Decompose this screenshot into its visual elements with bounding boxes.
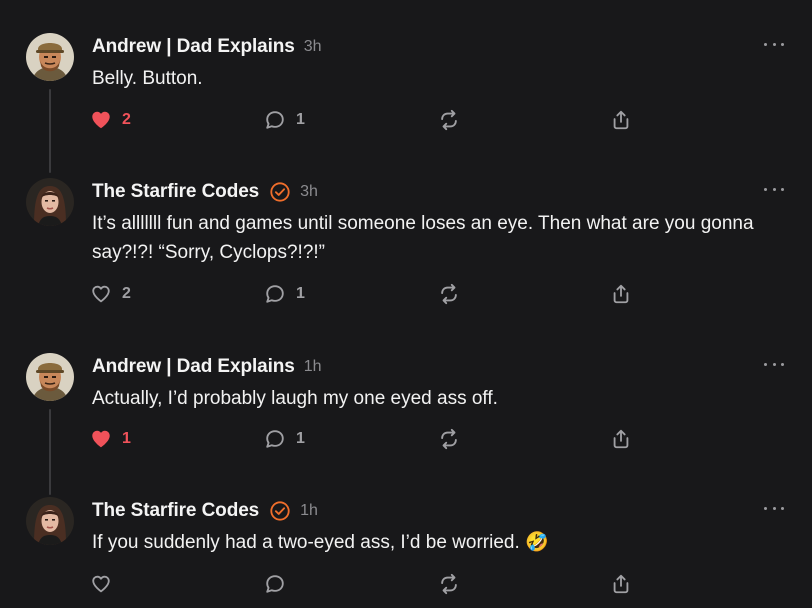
more-options-icon[interactable] <box>764 501 784 515</box>
share-button[interactable] <box>610 571 632 597</box>
thread-line <box>49 89 51 173</box>
heart-filled-icon <box>92 111 110 129</box>
comment-icon <box>266 575 284 593</box>
heart-filled-icon <box>92 430 110 448</box>
post-actions: 2 1 <box>90 107 650 133</box>
author-name[interactable]: The Starfire Codes <box>92 181 259 203</box>
post-actions <box>90 571 650 597</box>
avatar-bearded-man[interactable] <box>26 33 74 81</box>
comment-icon <box>266 285 284 303</box>
repost-icon <box>441 109 457 131</box>
reply-count: 1 <box>296 111 305 128</box>
avatar-bearded-man[interactable] <box>26 353 74 401</box>
post-header: The Starfire Codes 3h <box>92 180 318 204</box>
like-count: 2 <box>122 111 131 128</box>
like-button[interactable] <box>90 571 122 597</box>
post-header: Andrew | Dad Explains 1h <box>92 355 322 379</box>
repost-button[interactable] <box>438 571 460 597</box>
more-options-icon[interactable] <box>764 182 784 196</box>
reply-count: 1 <box>296 285 305 302</box>
share-icon <box>613 429 629 449</box>
like-count: 2 <box>122 285 131 302</box>
comment-icon <box>266 111 284 129</box>
reply-button[interactable]: 1 <box>264 426 305 452</box>
like-button[interactable]: 2 <box>90 281 131 307</box>
repost-icon <box>441 573 457 595</box>
post-text: Belly. Button. <box>92 68 203 89</box>
heart-icon <box>92 575 110 593</box>
timestamp[interactable]: 3h <box>300 183 318 201</box>
repost-icon <box>441 428 457 450</box>
share-button[interactable] <box>610 281 632 307</box>
post-text: It’s alllllll fun and games until someon… <box>92 213 759 263</box>
timestamp[interactable]: 1h <box>304 358 322 376</box>
post-actions: 1 1 <box>90 426 650 452</box>
avatar-woman[interactable] <box>26 497 74 545</box>
repost-button[interactable] <box>438 426 460 452</box>
like-count: 1 <box>122 430 131 447</box>
thread-line <box>49 409 51 495</box>
reply-count: 1 <box>296 430 305 447</box>
like-button[interactable]: 2 <box>90 107 131 133</box>
reply-button[interactable]: 1 <box>264 281 305 307</box>
more-options-icon[interactable] <box>764 37 784 51</box>
share-icon <box>613 110 629 130</box>
share-icon <box>613 284 629 304</box>
share-button[interactable] <box>610 426 632 452</box>
post-text: If you suddenly had a two-eyed ass, I’d … <box>92 532 549 553</box>
author-name[interactable]: The Starfire Codes <box>92 500 259 522</box>
author-name[interactable]: Andrew | Dad Explains <box>92 356 295 378</box>
timestamp[interactable]: 1h <box>300 502 318 520</box>
like-button[interactable]: 1 <box>90 426 131 452</box>
repost-button[interactable] <box>438 281 460 307</box>
avatar-woman[interactable] <box>26 178 74 226</box>
comment-icon <box>266 430 284 448</box>
repost-button[interactable] <box>438 107 460 133</box>
reply-button[interactable] <box>264 571 296 597</box>
verified-badge-icon <box>270 501 290 521</box>
share-icon <box>613 574 629 594</box>
author-name[interactable]: Andrew | Dad Explains <box>92 36 295 58</box>
verified-badge-icon <box>270 182 290 202</box>
post-header: The Starfire Codes 1h <box>92 499 318 523</box>
post-header: Andrew | Dad Explains 3h <box>92 35 322 59</box>
timestamp[interactable]: 3h <box>304 38 322 56</box>
heart-icon <box>92 285 110 303</box>
post-actions: 2 1 <box>90 281 650 307</box>
share-button[interactable] <box>610 107 632 133</box>
post-text: Actually, I’d probably laugh my one eyed… <box>92 388 498 409</box>
comment-thread: Andrew | Dad Explains 3h Belly. Button. … <box>0 0 812 608</box>
reply-button[interactable]: 1 <box>264 107 305 133</box>
more-options-icon[interactable] <box>764 357 784 371</box>
repost-icon <box>441 283 457 305</box>
